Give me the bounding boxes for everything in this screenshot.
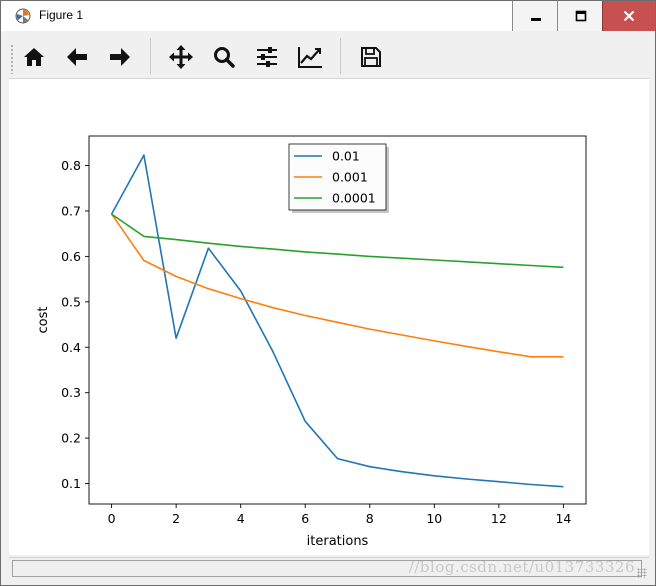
series-line-0.001 [110,213,564,358]
arrow-right-icon [110,48,130,66]
matplotlib-app-icon [15,8,31,24]
y-tick-label: 0.7 [61,203,81,218]
toolbar-grip[interactable] [10,44,14,74]
save-button[interactable] [354,40,388,74]
y-axis-label: cost [36,307,51,334]
move-icon [169,45,193,69]
close-button[interactable] [602,1,655,31]
y-tick-label: 0.2 [61,431,81,446]
minimize-button[interactable] [512,1,558,31]
edit-axis-button[interactable] [293,40,327,74]
toolbar-separator [150,38,151,74]
back-button[interactable] [60,40,94,74]
minimize-icon [530,18,541,21]
x-tick-label: 8 [366,511,374,526]
window-title: Figure 1 [39,8,84,22]
sliders-icon [257,47,277,67]
line-chart-icon [298,47,322,68]
zoom-button[interactable] [207,40,241,74]
legend-entry-0.0001: 0.0001 [332,191,376,206]
magnifier-icon [214,47,235,68]
toolbar-separator [340,38,341,74]
y-tick-label: 0.6 [61,249,81,264]
maximize-icon [575,10,586,22]
legend-entry-0.01: 0.01 [332,149,360,164]
resize-grip[interactable] [637,568,647,578]
navigation-toolbar [9,32,649,79]
line-chart: 0 2 4 6 8 10 12 14 0.1 0.2 0.3 0.4 0.5 0.6 0.7 0.8 itera… [36,135,587,549]
x-tick-label: 0 [108,511,116,526]
figure-window: Figure 1 0 2 4 6 8 10 12 14 0.1 0.2 0.3 … [0,0,656,586]
maximize-button[interactable] [557,1,603,31]
legend-entry-0.001: 0.001 [332,170,368,185]
x-axis-label: iterations [307,534,369,549]
y-tick-label: 0.5 [61,294,81,309]
close-icon [623,10,635,22]
title-bar[interactable]: Figure 1 [1,1,655,31]
x-tick-label: 2 [172,511,180,526]
x-tick-label: 10 [426,511,442,526]
arrow-left-icon [67,48,87,66]
x-tick-label: 14 [555,511,571,526]
figure-canvas[interactable]: 0 2 4 6 8 10 12 14 0.1 0.2 0.3 0.4 0.5 0.6 0.7 0.8 itera… [9,79,649,555]
x-tick-label: 12 [491,511,507,526]
home-button[interactable] [17,40,51,74]
y-tick-label: 0.3 [61,385,81,400]
x-tick-label: 6 [301,511,309,526]
pan-button[interactable] [164,40,198,74]
configure-subplots-button[interactable] [250,40,284,74]
watermark-text: //blog.csdn.net/u013733326 [408,558,635,576]
home-icon [24,48,44,66]
y-tick-label: 0.4 [61,340,81,355]
forward-button[interactable] [103,40,137,74]
series-line-0.0001 [111,213,564,269]
floppy-disk-icon [361,47,381,67]
y-tick-label: 0.8 [61,158,81,173]
x-tick-label: 4 [237,511,245,526]
y-tick-label: 0.1 [61,476,81,491]
status-bar: //blog.csdn.net/u013733326 [9,557,649,580]
